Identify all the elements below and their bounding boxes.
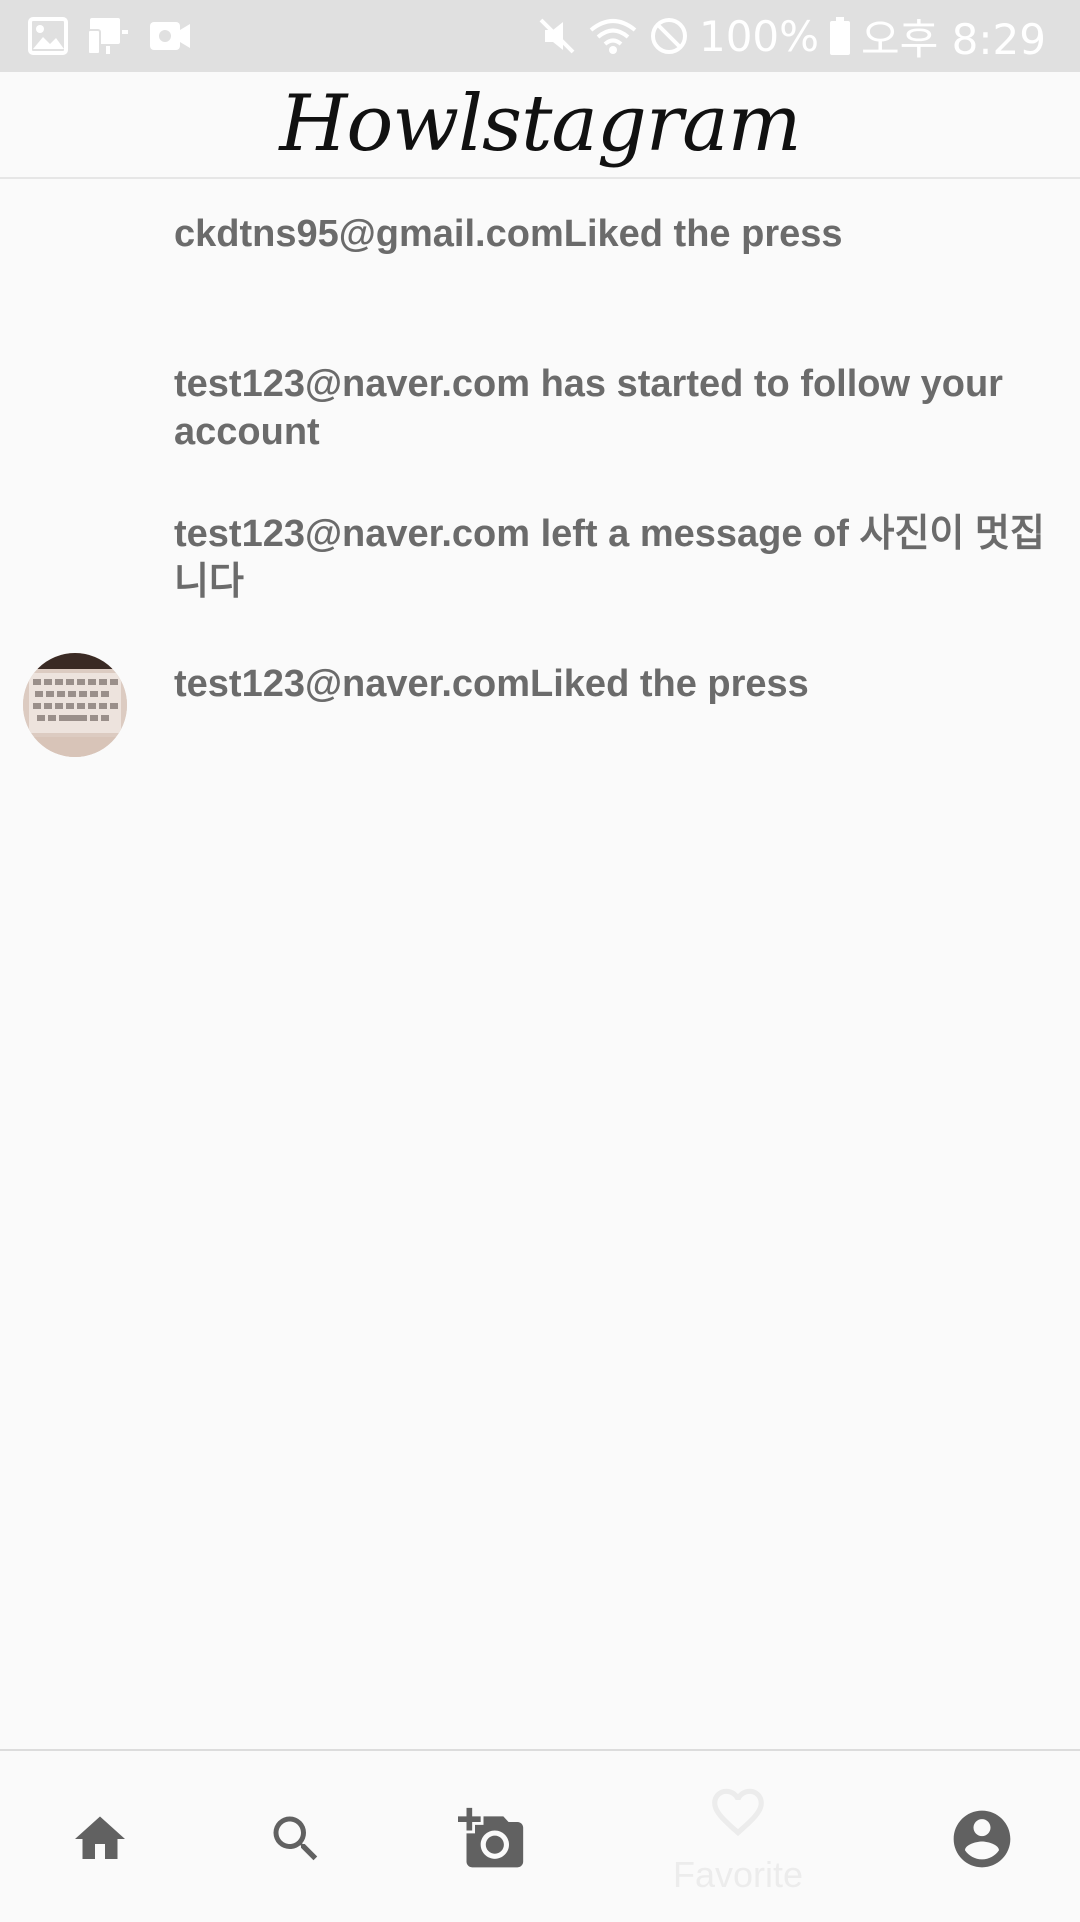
app-title: Howlstagram xyxy=(279,79,801,169)
bottom-navigation: Favorite xyxy=(0,1749,1080,1922)
mute-icon xyxy=(537,16,577,56)
notification-text: test123@naver.com has started to follow … xyxy=(174,363,1003,453)
video-icon xyxy=(148,18,192,59)
notification-text: test123@naver.comLiked the press xyxy=(174,663,809,705)
screen-mirror-icon xyxy=(86,16,130,61)
keyboard-photo xyxy=(23,653,127,757)
status-right-icons: 100% 오후 8:29 xyxy=(537,0,1046,72)
battery-percent: 100% xyxy=(698,11,820,61)
home-icon xyxy=(75,1816,125,1859)
nav-search[interactable] xyxy=(196,1751,396,1922)
status-bar: 100% 오후 8:29 xyxy=(0,0,1080,72)
notification-text: ckdtns95@gmail.comLiked the press xyxy=(174,213,843,255)
clock: 오후 8:29 xyxy=(861,14,1046,64)
app-header: Howlstagram xyxy=(0,72,1080,179)
search-icon xyxy=(273,1816,318,1861)
avatar[interactable] xyxy=(23,653,127,757)
notification-text: test123@naver.com left a message of 사진이 … xyxy=(174,513,1045,603)
wifi-icon xyxy=(587,16,639,56)
battery-icon xyxy=(829,16,851,56)
favorite-icon xyxy=(712,1788,764,1837)
gallery-icon xyxy=(28,17,68,60)
nav-favorite-label: Favorite xyxy=(672,1854,804,1895)
nav-home[interactable] xyxy=(0,1751,200,1922)
nav-account[interactable] xyxy=(882,1751,1080,1922)
status-left-icons xyxy=(28,16,192,61)
do-not-disturb-icon xyxy=(649,16,689,56)
add-photo-icon xyxy=(458,1807,524,1868)
account-icon xyxy=(953,1810,1011,1868)
nav-add-photo[interactable] xyxy=(392,1751,592,1922)
nav-favorite[interactable]: Favorite xyxy=(638,1751,838,1922)
